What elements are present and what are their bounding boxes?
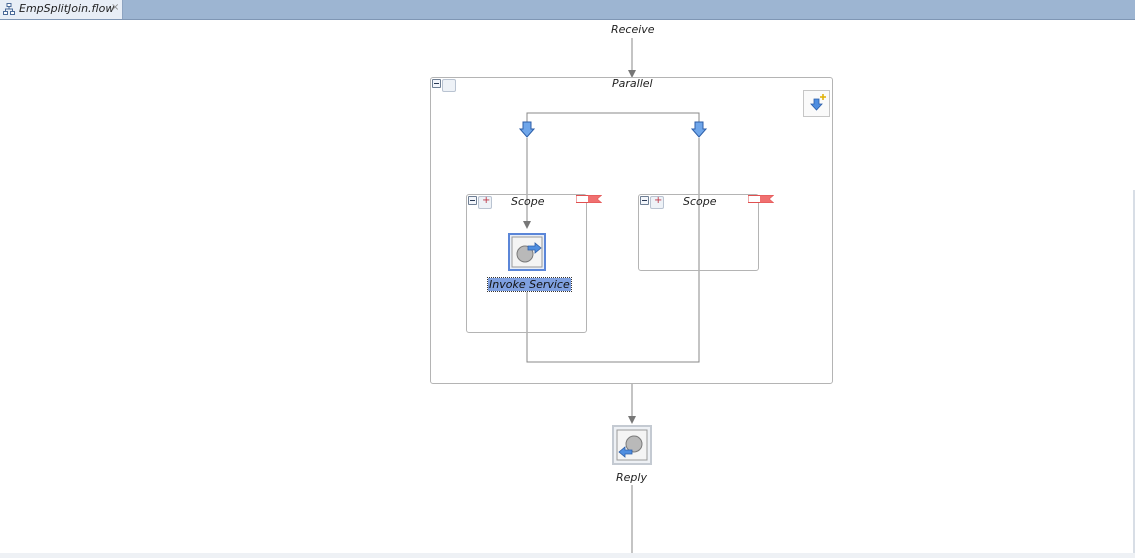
close-tab-icon[interactable]: × (111, 2, 119, 13)
tab-empsplitjoin-flow[interactable]: EmpSplitJoin.flow × (0, 0, 123, 19)
scope-left-expand-icon[interactable]: + (478, 195, 492, 209)
scope-right-node[interactable]: + Scope (638, 194, 774, 271)
scope-left-label: Scope (511, 195, 545, 208)
horizontal-scrollbar[interactable] (0, 553, 1135, 558)
flow-file-icon (3, 3, 15, 15)
add-branch-arrow-icon (810, 94, 826, 111)
add-branch-icon[interactable] (803, 90, 830, 117)
collapse-scope-right-icon[interactable] (640, 196, 649, 205)
collapse-parallel-icon[interactable] (432, 79, 441, 88)
invoke-service-label[interactable]: Invoke Service (487, 277, 572, 292)
collapse-scope-left-icon[interactable] (468, 196, 477, 205)
scope-right-expand-icon[interactable]: + (650, 195, 664, 209)
flow-canvas[interactable]: Receive Parallel + Scope + Scope Invoke … (0, 20, 1135, 558)
parallel-label: Parallel (612, 77, 653, 90)
reply-node[interactable] (612, 425, 652, 465)
reply-label[interactable]: Reply (616, 471, 647, 484)
left-branch-arrow-icon[interactable] (519, 121, 535, 139)
reply-icon (616, 429, 648, 461)
parallel-toggle-icon[interactable] (442, 79, 456, 92)
scope-right-fault-flag-icon[interactable] (748, 195, 774, 203)
editor-tab-bar: EmpSplitJoin.flow × (0, 0, 1135, 20)
invoke-service-node[interactable] (508, 233, 546, 271)
right-branch-arrow-icon[interactable] (691, 121, 707, 139)
tab-label: EmpSplitJoin.flow (19, 2, 115, 15)
scope-left-fault-flag-icon[interactable] (576, 195, 602, 203)
scope-right-label: Scope (683, 195, 717, 208)
receive-label[interactable]: Receive (611, 23, 655, 36)
invoke-service-icon (511, 236, 543, 268)
